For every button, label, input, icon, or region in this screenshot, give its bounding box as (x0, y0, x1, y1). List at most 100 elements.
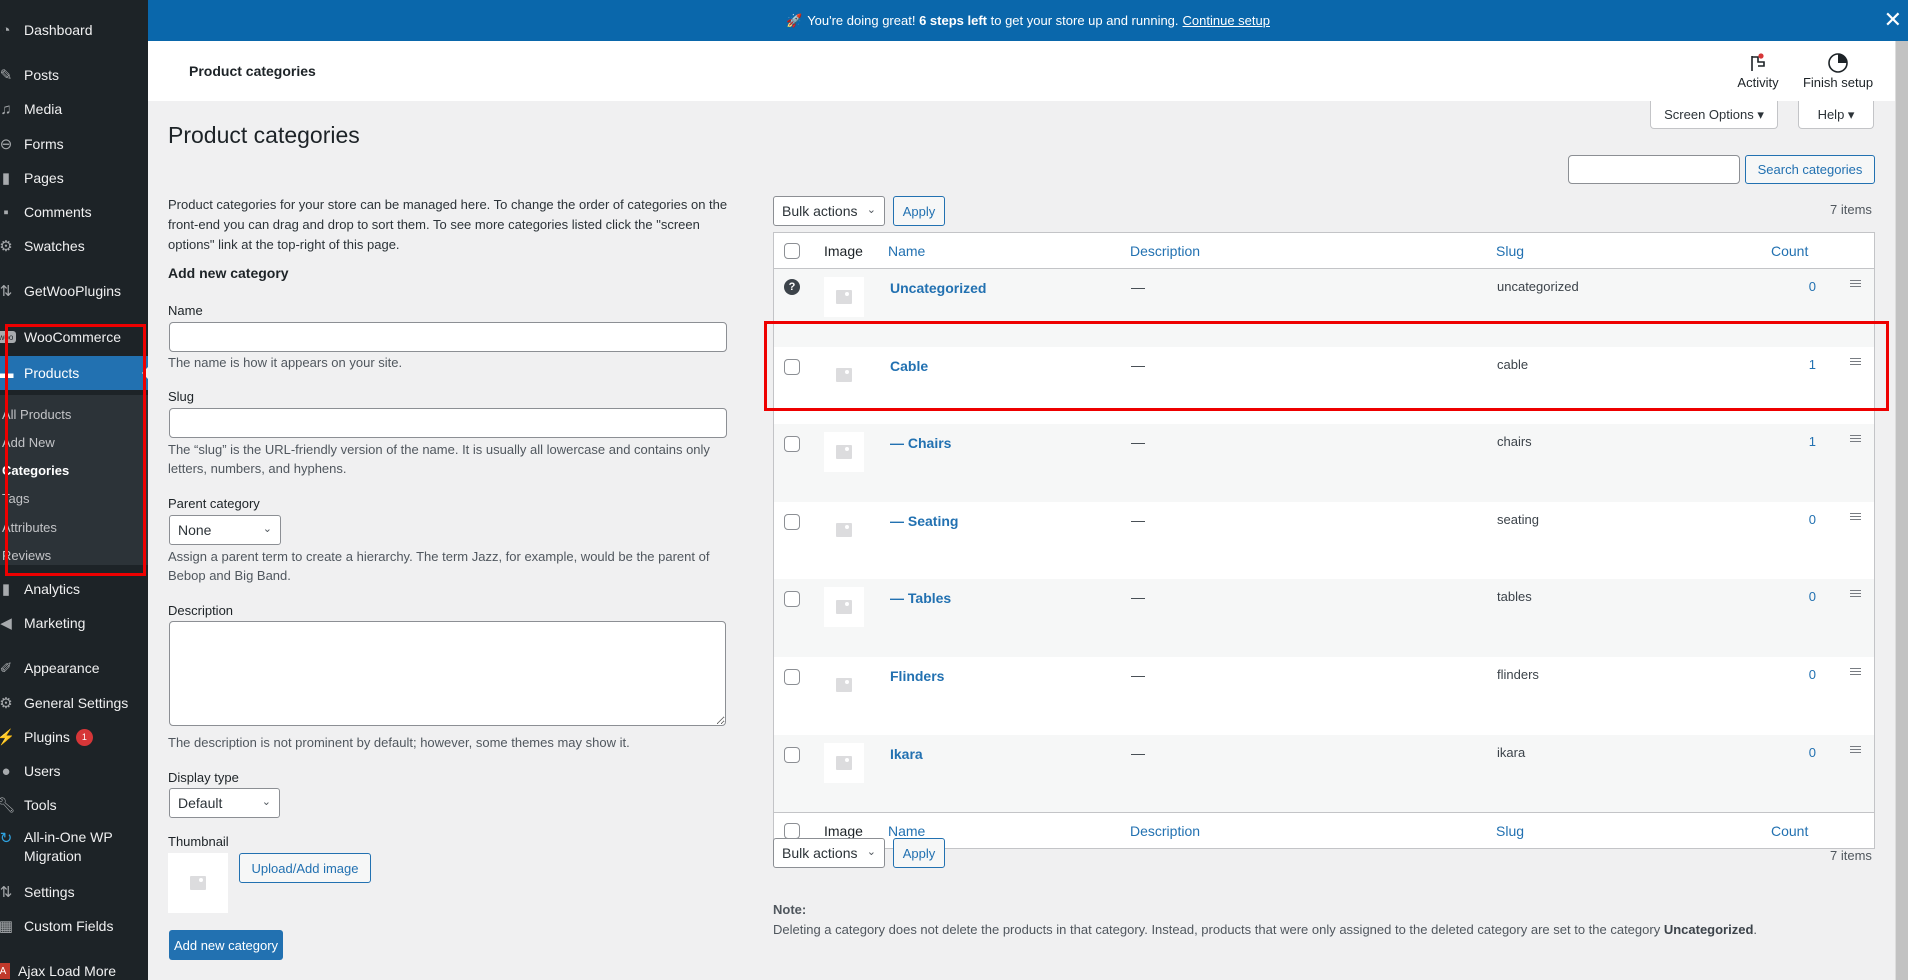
column-slug[interactable]: Slug (1496, 243, 1524, 259)
chevron-down-icon: ⌄ (866, 846, 876, 858)
sidebar-item-getwooplugins[interactable]: ⇅ GetWooPlugins (0, 277, 148, 305)
category-description: — (1131, 279, 1145, 295)
sidebar-item-ajax-load-more[interactable]: A Ajax Load More (0, 957, 148, 980)
category-count-link[interactable]: 0 (1794, 279, 1816, 294)
page-title: Product categories (168, 122, 360, 148)
submenu-tags[interactable]: Tags (2, 491, 29, 506)
column-description[interactable]: Description (1130, 243, 1200, 259)
active-indicator (142, 367, 148, 379)
search-categories-input[interactable] (1568, 155, 1740, 184)
continue-setup-link[interactable]: Continue setup (1183, 13, 1270, 28)
sidebar-item-pages[interactable]: ▮ Pages (0, 164, 148, 192)
submenu-add-new[interactable]: Add New (2, 435, 55, 450)
drag-handle-icon[interactable] (1850, 667, 1861, 677)
category-thumbnail (824, 665, 864, 705)
upload-image-button[interactable]: Upload/Add image (239, 853, 371, 883)
select-all-checkbox[interactable] (784, 243, 800, 259)
category-count-link[interactable]: 1 (1794, 357, 1816, 372)
category-description: — (1131, 434, 1145, 451)
row-checkbox[interactable] (784, 436, 800, 453)
search-categories-button[interactable]: Search categories (1745, 155, 1875, 184)
category-count-link[interactable]: 0 (1794, 589, 1816, 604)
column-slug[interactable]: Slug (1496, 823, 1524, 839)
category-slug: flinders (1497, 666, 1539, 682)
select-all-checkbox-bottom[interactable] (784, 823, 800, 840)
column-description[interactable]: Description (1130, 823, 1200, 839)
submenu-attributes[interactable]: Attributes (2, 520, 57, 535)
submenu-reviews[interactable]: Reviews (2, 548, 51, 563)
category-count-link[interactable]: 0 (1794, 512, 1816, 527)
flag-icon (1728, 51, 1788, 75)
sidebar-item-posts[interactable]: ✎ Posts (0, 61, 148, 89)
gear-icon: ⚙ (0, 695, 13, 712)
sidebar-item-appearance[interactable]: ✐ Appearance (0, 654, 148, 682)
sidebar-item-forms[interactable]: ⊖ Forms (0, 130, 148, 158)
sidebar-item-users[interactable]: ● Users (0, 757, 148, 785)
apply-button-bottom[interactable]: Apply (893, 838, 945, 868)
description-textarea[interactable] (169, 621, 726, 726)
sidebar-item-settings[interactable]: ⇅ Settings (0, 878, 148, 906)
image-placeholder-icon (836, 445, 852, 460)
name-input[interactable] (169, 322, 727, 352)
activity-button[interactable]: Activity (1728, 51, 1788, 90)
category-name-link[interactable]: — Seating (890, 513, 958, 529)
row-checkbox[interactable] (784, 746, 800, 763)
close-icon[interactable]: ✕ (1884, 9, 1902, 31)
category-count-link[interactable]: 0 (1794, 745, 1816, 760)
sidebar-item-woocommerce[interactable]: woo WooCommerce (0, 323, 148, 351)
parent-category-select[interactable]: None ⌄ (169, 515, 281, 545)
bulk-actions-select-top[interactable]: Bulk actions ⌄ (773, 196, 885, 226)
column-name[interactable]: Name (888, 823, 925, 839)
gear-icon: ⚙ (0, 238, 13, 255)
category-name-link[interactable]: — Tables (890, 590, 951, 606)
submenu-categories[interactable]: Categories (2, 463, 69, 478)
drag-handle-icon[interactable] (1850, 357, 1861, 367)
row-checkbox[interactable] (784, 358, 800, 375)
add-new-category-button[interactable]: Add new category (169, 930, 283, 960)
image-placeholder-icon (836, 677, 852, 692)
sidebar-item-swatches[interactable]: ⚙ Swatches (0, 232, 148, 260)
help-icon[interactable]: ? (784, 279, 800, 295)
category-count-link[interactable]: 0 (1794, 667, 1816, 682)
finish-setup-button[interactable]: Finish setup (1798, 51, 1878, 90)
column-name[interactable]: Name (888, 243, 925, 259)
category-name-link[interactable]: — Chairs (890, 435, 951, 451)
scrollbar[interactable] (1896, 41, 1908, 980)
drag-handle-icon[interactable] (1850, 280, 1861, 289)
sidebar-item-dashboard[interactable]: ◔ Dashboard (0, 16, 148, 44)
category-name-link[interactable]: Ikara (890, 746, 923, 762)
row-checkbox[interactable] (784, 513, 800, 530)
table-row: Flinders — flinders 0 (774, 657, 1874, 735)
display-type-select[interactable]: Default ⌄ (169, 788, 280, 818)
sidebar-item-plugins[interactable]: ⚡ Plugins 1 (0, 723, 148, 751)
row-checkbox[interactable] (784, 668, 800, 685)
image-placeholder-icon (836, 290, 852, 304)
drag-handle-icon[interactable] (1850, 590, 1861, 599)
slug-input[interactable] (169, 408, 727, 438)
row-checkbox[interactable] (784, 591, 800, 608)
apply-button-top[interactable]: Apply (893, 196, 945, 226)
sidebar-item-analytics[interactable]: ▮ Analytics (0, 575, 148, 603)
help-button[interactable]: Help ▾ (1798, 101, 1874, 129)
sidebar-item-comments[interactable]: ▪ Comments (0, 198, 148, 226)
bulk-actions-select-bottom[interactable]: Bulk actions ⌄ (773, 838, 885, 868)
sidebar-item-all-in-one-migration[interactable]: ↻ All-in-One WP Migration (0, 828, 148, 872)
drag-handle-icon[interactable] (1850, 435, 1861, 444)
sidebar-item-products[interactable]: ▬ Products (0, 356, 148, 390)
category-slug: cable (1497, 356, 1529, 372)
category-name-link[interactable]: Uncategorized (890, 280, 986, 296)
sidebar-item-marketing[interactable]: ◀ Marketing (0, 609, 148, 637)
column-count[interactable]: Count (1771, 823, 1808, 839)
sidebar-item-custom-fields[interactable]: ▦ Custom Fields (0, 912, 148, 940)
category-name-link[interactable]: Cable (890, 358, 928, 374)
sidebar-item-general-settings[interactable]: ⚙ General Settings (0, 689, 148, 717)
sidebar-item-media[interactable]: ♫ Media (0, 95, 148, 123)
screen-options-button[interactable]: Screen Options ▾ (1650, 101, 1778, 129)
drag-handle-icon[interactable] (1850, 745, 1861, 755)
category-count-link[interactable]: 1 (1794, 434, 1816, 449)
submenu-all-products[interactable]: All Products (2, 407, 71, 422)
category-name-link[interactable]: Flinders (890, 668, 944, 684)
drag-handle-icon[interactable] (1850, 512, 1861, 522)
sidebar-item-tools[interactable]: 🔧︎ Tools (0, 791, 148, 819)
column-count[interactable]: Count (1771, 243, 1808, 259)
